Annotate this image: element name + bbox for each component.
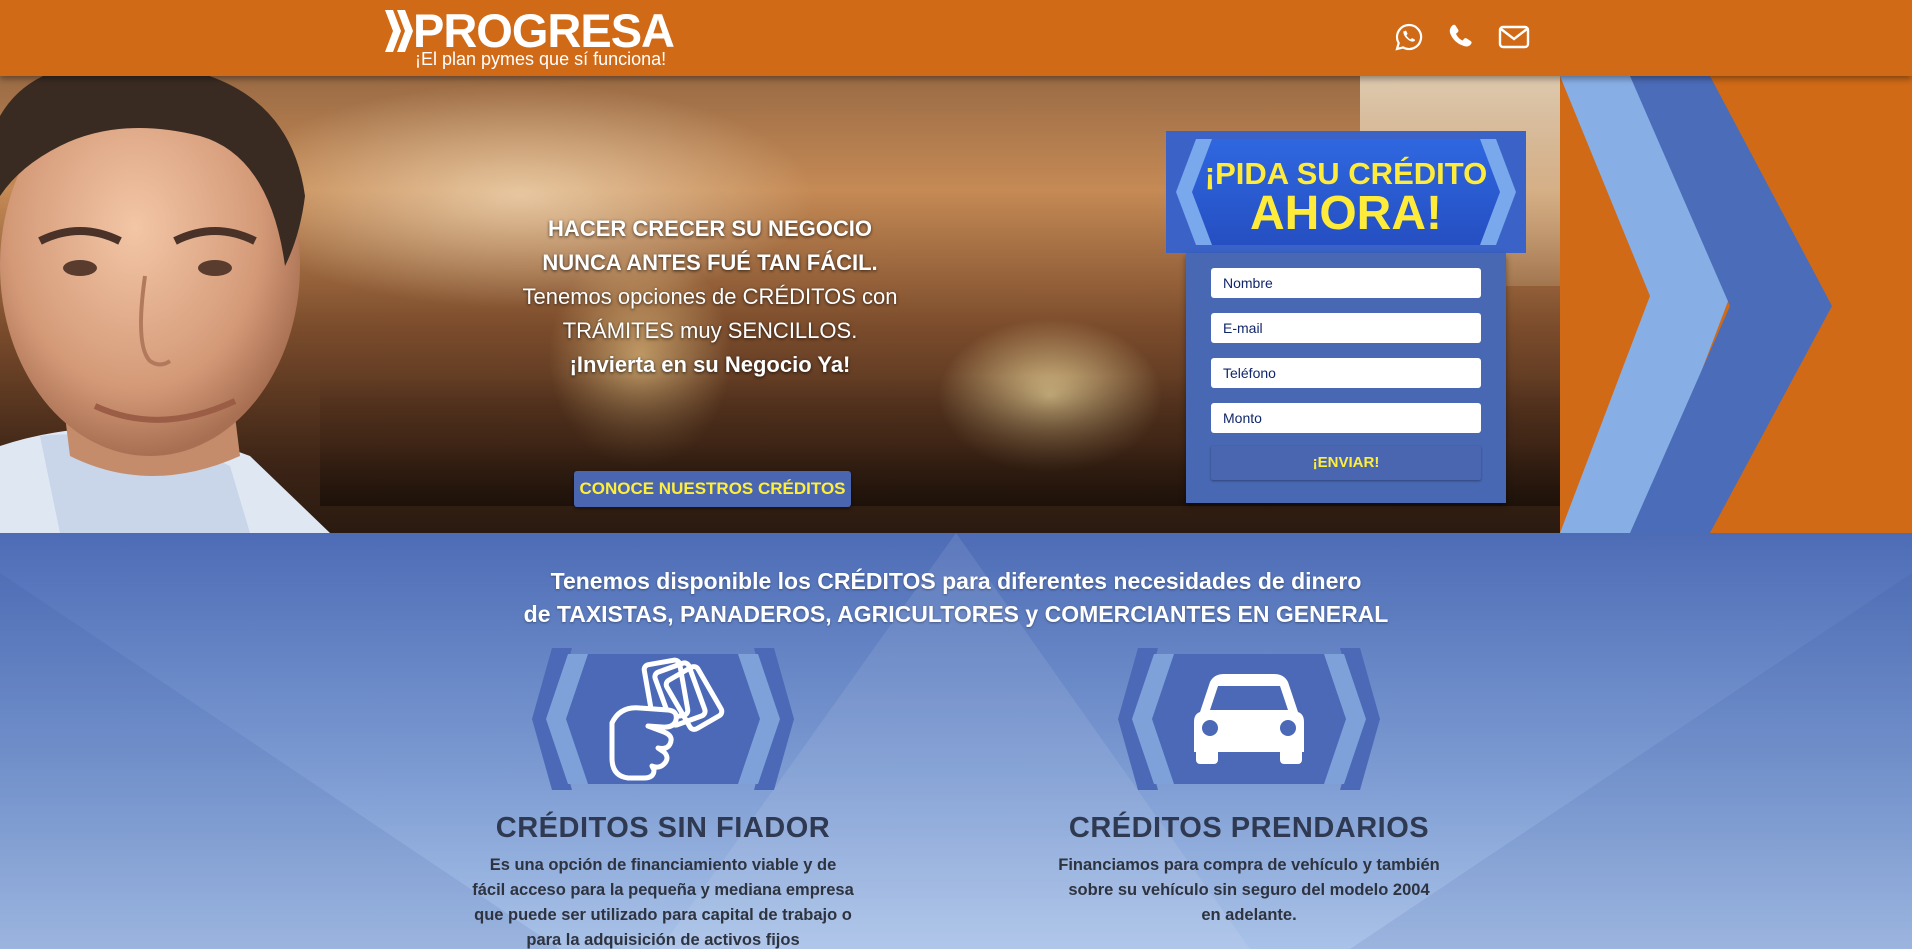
chevron-decoration-icon xyxy=(1560,76,1912,533)
smiling-man-image xyxy=(0,76,330,533)
hero-line: ¡Invierta en su Negocio Ya! xyxy=(569,352,851,377)
feature-card-sin-fiador: CRÉDITOS SIN FIADOR Es una opción de fin… xyxy=(453,648,873,949)
amount-field[interactable] xyxy=(1211,403,1481,433)
feature-card-prendarios: CRÉDITOS PRENDARIOS Financiamos para com… xyxy=(1039,648,1459,928)
car-icon xyxy=(1118,648,1380,790)
contact-icons xyxy=(1390,22,1530,56)
credits-section-title: Tenemos disponible los CRÉDITOS para dif… xyxy=(356,565,1556,631)
whatsapp-icon[interactable] xyxy=(1394,22,1424,52)
feature-badge xyxy=(528,648,798,790)
email-field[interactable] xyxy=(1211,313,1481,343)
name-field[interactable] xyxy=(1211,268,1481,298)
hero-banner: HACER CRECER SU NEGOCIO NUNCA ANTES FUÉ … xyxy=(0,76,1912,533)
credits-section: Tenemos disponible los CRÉDITOS para dif… xyxy=(0,533,1912,949)
site-header: PROGRESA ¡El plan pymes que sí funciona! xyxy=(0,0,1912,76)
credit-request-form: ¡ENVIAR! xyxy=(1186,253,1506,503)
feature-title: CRÉDITOS SIN FIADOR xyxy=(495,812,831,844)
hero-line: HACER CRECER SU NEGOCIO xyxy=(548,216,872,241)
money-hand-icon xyxy=(532,648,794,790)
credits-title-line: Tenemos disponible los CRÉDITOS para dif… xyxy=(550,568,1362,594)
feature-description: Financiamos para compra de vehículo y ta… xyxy=(1058,856,1440,924)
feature-badge xyxy=(1114,648,1384,790)
mail-icon[interactable] xyxy=(1498,22,1530,52)
logo[interactable]: PROGRESA ¡El plan pymes que sí funciona! xyxy=(385,6,685,70)
know-credits-button[interactable]: CONOCE NUESTROS CRÉDITOS xyxy=(574,471,851,507)
credits-title-line: de TAXISTAS, PANADEROS, AGRICULTORES y C… xyxy=(523,601,1389,627)
phone-icon[interactable] xyxy=(1446,22,1476,52)
hero-line: TRÁMITES muy SENCILLOS. xyxy=(562,318,858,343)
feature-description: Es una opción de financiamiento viable y… xyxy=(472,856,854,949)
hero-copy: HACER CRECER SU NEGOCIO NUNCA ANTES FUÉ … xyxy=(470,212,950,382)
submit-button[interactable]: ¡ENVIAR! xyxy=(1211,446,1481,480)
brand-tagline: ¡El plan pymes que sí funciona! xyxy=(415,49,667,69)
logo-chevrons-icon xyxy=(385,10,413,52)
form-header-badge xyxy=(1166,131,1526,253)
hero-line: NUNCA ANTES FUÉ TAN FÁCIL. xyxy=(542,250,878,275)
hero-line: Tenemos opciones de CRÉDITOS con xyxy=(522,284,898,309)
phone-field[interactable] xyxy=(1211,358,1481,388)
feature-title: CRÉDITOS PRENDARIOS xyxy=(1068,812,1430,844)
